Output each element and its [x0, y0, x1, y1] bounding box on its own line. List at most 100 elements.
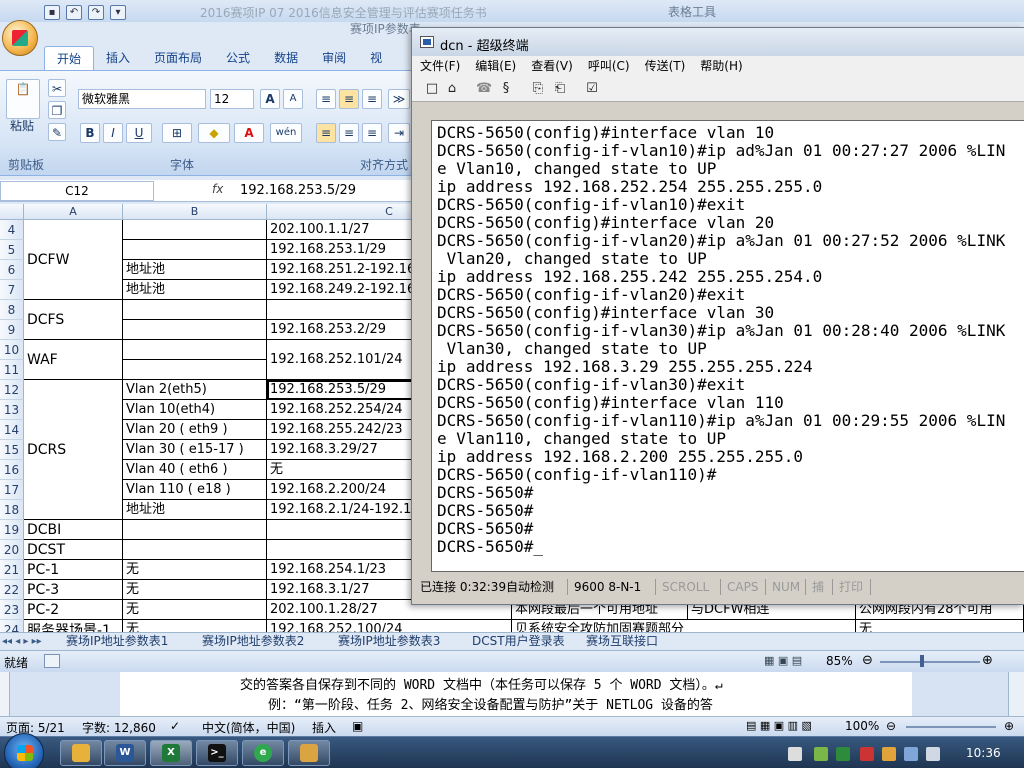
menu-file[interactable]: 文件(F): [420, 56, 460, 76]
cell-f[interactable]: 无: [856, 620, 1024, 632]
flag-icon[interactable]: [882, 747, 896, 761]
redo-icon[interactable]: ↷: [88, 4, 104, 20]
battery-icon[interactable]: [814, 747, 828, 761]
sheet-tab-2[interactable]: 赛场IP地址参数表2: [202, 633, 304, 650]
word-zoom-in-icon[interactable]: ⊕: [1004, 719, 1014, 733]
menu-transfer[interactable]: 传送(T): [645, 56, 686, 76]
word-document-page[interactable]: 交的答案各自保存到不同的 WORD 文档中（本任务可以保存 5 个 WORD 文…: [120, 672, 912, 716]
taskbar-cmd[interactable]: >_: [196, 740, 238, 766]
row-header[interactable]: 4: [0, 220, 24, 240]
device-name-cell[interactable]: PC-2: [24, 600, 123, 620]
receive-icon[interactable]: ⎗: [552, 81, 568, 97]
tab-insert[interactable]: 插入: [94, 46, 142, 70]
customize-qat-icon[interactable]: ▾: [110, 4, 126, 20]
bold-icon[interactable]: B: [80, 123, 100, 143]
menu-call[interactable]: 呼叫(C): [588, 56, 630, 76]
indent-icon[interactable]: ⇥: [388, 123, 410, 143]
view-buttons-icon[interactable]: ▦ ▣ ▤: [764, 654, 822, 669]
formula-input[interactable]: 192.168.253.5/29: [240, 183, 356, 198]
clock[interactable]: 10:36: [966, 746, 1001, 760]
row-header[interactable]: 22: [0, 580, 24, 600]
format-painter-icon[interactable]: ✎: [48, 123, 66, 141]
macro-record-icon[interactable]: [44, 654, 60, 668]
shield-icon[interactable]: [836, 747, 850, 761]
cell-b[interactable]: [123, 360, 267, 380]
cell-b[interactable]: [123, 540, 267, 560]
device-name-cell[interactable]: DCST: [24, 540, 123, 560]
taskbar-word[interactable]: W: [104, 740, 146, 766]
sheet-tab-5[interactable]: 赛场互联接口: [586, 633, 658, 650]
taskbar-browser[interactable]: e: [242, 740, 284, 766]
word-count[interactable]: 字数: 12,860: [82, 719, 156, 736]
new-connection-icon[interactable]: □: [424, 81, 440, 97]
zoom-out-icon[interactable]: ⊖: [862, 653, 873, 668]
cell-b[interactable]: Vlan 2(eth5): [123, 380, 267, 400]
cell-b[interactable]: 无: [123, 620, 267, 632]
cut-icon[interactable]: ✂: [48, 79, 66, 97]
start-button[interactable]: [4, 733, 44, 768]
tab-formulas[interactable]: 公式: [214, 46, 262, 70]
row-header[interactable]: 21: [0, 560, 24, 580]
row-header[interactable]: 7: [0, 280, 24, 300]
cell-b[interactable]: Vlan 10(eth4): [123, 400, 267, 420]
tab-review[interactable]: 审阅: [310, 46, 358, 70]
device-name-cell[interactable]: 服务器场景-1: [24, 620, 123, 632]
tab-page-layout[interactable]: 页面布局: [142, 46, 214, 70]
grow-font-icon[interactable]: A: [260, 89, 280, 109]
copy-icon[interactable]: ❐: [48, 101, 66, 119]
sheet-tab-3[interactable]: 赛场IP地址参数表3: [338, 633, 440, 650]
open-icon[interactable]: ⌂: [444, 81, 460, 97]
row-header[interactable]: 11: [0, 360, 24, 380]
taskbar-hyperterminal[interactable]: [288, 740, 330, 766]
name-box[interactable]: C12: [0, 181, 154, 201]
terminal-titlebar[interactable]: dcn - 超级终端: [412, 28, 1024, 56]
font-color-icon[interactable]: A: [234, 123, 264, 143]
properties-icon[interactable]: ☑: [584, 81, 600, 97]
cell-b[interactable]: 无: [123, 600, 267, 620]
cell-b[interactable]: Vlan 30 ( e15-17 ): [123, 440, 267, 460]
row-header[interactable]: 16: [0, 460, 24, 480]
cell-b[interactable]: Vlan 110 ( e18 ): [123, 480, 267, 500]
language-status[interactable]: 中文(简体，中国): [202, 719, 295, 736]
menu-edit[interactable]: 编辑(E): [475, 56, 516, 76]
orientation-icon[interactable]: ≫: [388, 89, 410, 109]
macro-icon[interactable]: ▣: [352, 719, 363, 733]
device-name-cell[interactable]: WAF: [24, 340, 123, 380]
word-zoom-slider[interactable]: [906, 726, 996, 728]
zoom-slider[interactable]: [880, 661, 980, 663]
volume-icon[interactable]: [926, 747, 940, 761]
film-icon[interactable]: [788, 747, 802, 761]
cell-b[interactable]: 无: [123, 580, 267, 600]
cell-b[interactable]: [123, 300, 267, 320]
sheet-tab-1[interactable]: 赛场IP地址参数表1: [66, 633, 168, 650]
word-zoom-out-icon[interactable]: ⊖: [886, 719, 896, 733]
cell-b[interactable]: 无: [123, 560, 267, 580]
row-header[interactable]: 24: [0, 620, 24, 632]
device-name-cell[interactable]: PC-3: [24, 580, 123, 600]
taskbar-explorer[interactable]: [60, 740, 102, 766]
tab-home[interactable]: 开始: [44, 46, 95, 70]
row-header[interactable]: 19: [0, 520, 24, 540]
row-header[interactable]: 20: [0, 540, 24, 560]
cell-b[interactable]: [123, 520, 267, 540]
page-count[interactable]: 页面: 5/21: [6, 719, 65, 736]
tab-data[interactable]: 数据: [262, 46, 310, 70]
cell-b[interactable]: Vlan 40 ( eth6 ): [123, 460, 267, 480]
column-header-b[interactable]: B: [123, 204, 267, 220]
italic-icon[interactable]: I: [103, 123, 123, 143]
network-icon[interactable]: [904, 747, 918, 761]
align-middle-icon[interactable]: ≡: [339, 89, 359, 109]
paste-icon[interactable]: 📋: [6, 79, 40, 119]
save-icon[interactable]: ▪: [44, 4, 60, 20]
align-top-icon[interactable]: ≡: [316, 89, 336, 109]
font-size-select[interactable]: 12: [210, 89, 254, 109]
sheet-nav-icons[interactable]: ◂◂ ◂ ▸ ▸▸: [2, 633, 42, 650]
insert-function-icon[interactable]: fx: [212, 182, 223, 196]
taskbar-excel[interactable]: X: [150, 740, 192, 766]
fill-color-icon[interactable]: ◆: [198, 123, 230, 143]
underline-icon[interactable]: U: [126, 123, 152, 143]
device-name-cell[interactable]: DCFW: [24, 220, 123, 300]
row-header[interactable]: 5: [0, 240, 24, 260]
sheet-tab-4[interactable]: DCST用户登录表: [472, 633, 565, 650]
row-header[interactable]: 15: [0, 440, 24, 460]
